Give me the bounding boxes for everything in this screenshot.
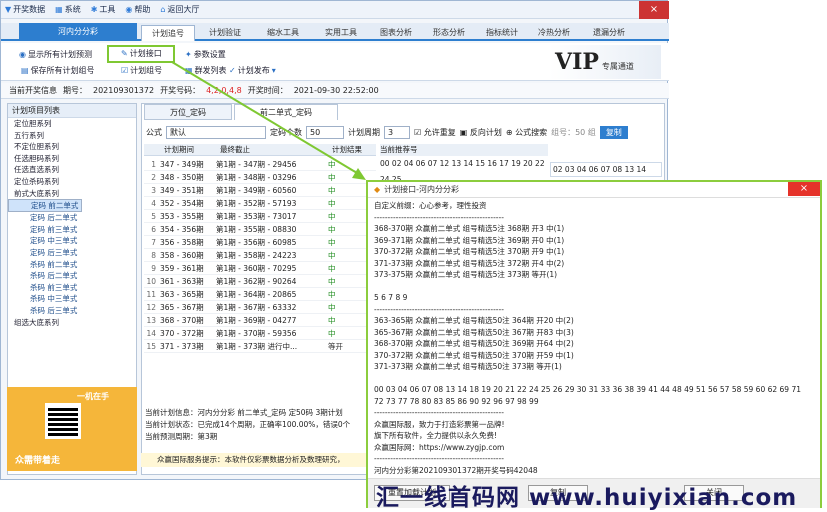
dialog-line: ----------------------------------------… — [374, 408, 504, 417]
dialog-title: 计划接口-河内分分彩 — [384, 185, 460, 194]
dialog-line: 365-367期 众赢前二单式 组号精选50注 367期 开83 中(3) — [374, 327, 574, 337]
dialog-line: 众赢国际服，致力于打造彩票第一品牌! — [374, 419, 505, 429]
dialog-line: 370-372期 众赢前二单式 组号精选5注 370期 开9 中(1) — [374, 247, 565, 256]
dialog-line: 369-371期 众赢前二单式 组号精选5注 369期 开0 中(1) — [374, 235, 565, 245]
dialog-line: ----------------------------------------… — [374, 454, 504, 463]
dialog-line: 373-375期 众赢前二单式 组号精选5注 373期 等开(1) — [374, 270, 558, 279]
dialog-line: 自定义前缀：心心参考，理性投资 — [374, 201, 487, 210]
dialog-line: 众赢国际网：https://www.zygjp.com — [374, 442, 505, 452]
dialog-title-bar: ◆ 计划接口-河内分分彩 × — [368, 182, 820, 198]
dialog-line: 371-373期 众赢前二单式 组号精选50注 373期 等开(1) — [374, 362, 562, 371]
dialog-line: 河内分分彩第202109301372期开奖号码42048 — [374, 465, 538, 475]
dialog-line: 72 73 77 78 80 83 85 86 90 92 96 97 98 9… — [374, 396, 539, 406]
plan-interface-dialog: ◆ 计划接口-河内分分彩 × 自定义前缀：心心参考，理性投资 ----------… — [366, 180, 822, 508]
dialog-close-button[interactable]: × — [788, 182, 820, 196]
watermark: 汇一线首码网 www.huiyixian.com — [376, 485, 798, 511]
dialog-line — [374, 281, 818, 293]
dialog-text-area[interactable]: 自定义前缀：心心参考，理性投资 -------------------------… — [372, 200, 818, 476]
app-icon: ◆ — [374, 185, 381, 194]
dialog-line: 371-373期 众赢前二单式 组号精选5注 372期 开4 中(2) — [374, 258, 565, 268]
dialog-line: ----------------------------------------… — [374, 304, 504, 314]
dialog-line: 368-370期 众赢前二单式 组号精选5注 368期 开3 中(1) — [374, 224, 565, 233]
dialog-line: 363-365期 众赢前二单式 组号精选50注 364期 开20 中(2) — [374, 316, 574, 325]
dialog-line: 5 6 7 8 9 — [374, 293, 408, 302]
dialog-line: ----------------------------------------… — [374, 212, 504, 222]
dialog-line: 00 03 04 06 07 08 13 14 18 19 20 21 22 2… — [374, 385, 802, 394]
dialog-line: 368-370期 众赢前二单式 组号精选50注 369期 开64 中(2) — [374, 339, 574, 348]
dialog-line: 370-372期 众赢前二单式 组号精选50注 370期 开59 中(1) — [374, 350, 574, 360]
dialog-line: 旗下所有软件，全力提供以永久免费! — [374, 431, 498, 440]
dialog-line — [374, 373, 818, 385]
